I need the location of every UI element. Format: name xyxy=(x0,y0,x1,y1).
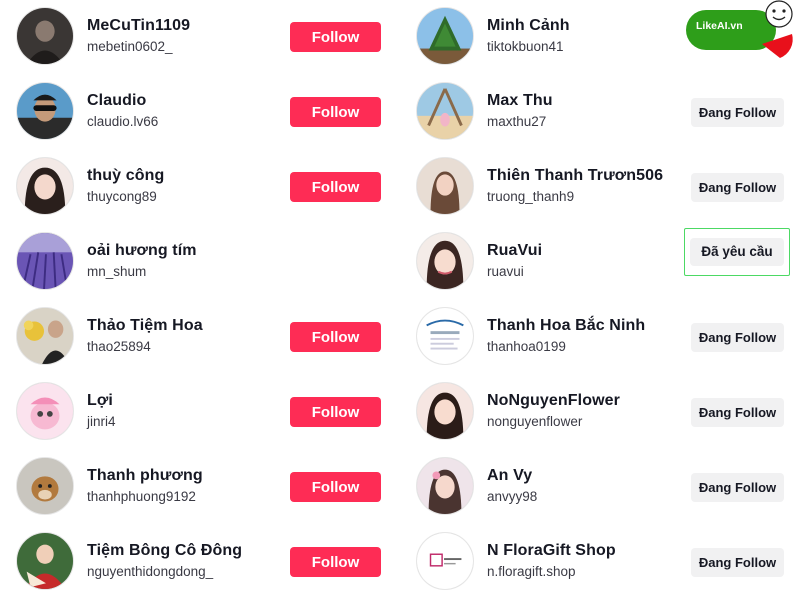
user-display-name[interactable]: Thanh phương xyxy=(87,467,203,485)
follow-button[interactable]: Follow xyxy=(290,172,381,202)
user-display-name[interactable]: An Vy xyxy=(487,467,532,485)
requested-button[interactable]: Đã yêu cầu xyxy=(684,228,790,276)
user-display-name[interactable]: Thiên Thanh Trươn506 xyxy=(487,167,663,185)
avatar[interactable] xyxy=(416,7,474,65)
user-row[interactable]: Thanh Hoa Bắc Ninh thanhoa0199 Đang Foll… xyxy=(400,300,800,375)
user-display-name[interactable]: Lợi xyxy=(87,392,113,410)
user-display-name[interactable]: thuỳ công xyxy=(87,167,164,185)
avatar[interactable] xyxy=(416,232,474,290)
avatar[interactable] xyxy=(16,157,74,215)
user-handle: thuycong89 xyxy=(87,189,157,204)
user-row[interactable]: thuỳ công thuycong89 Follow xyxy=(0,150,400,225)
following-button[interactable]: Đang Follow xyxy=(691,173,784,202)
following-button[interactable]: Đang Follow xyxy=(691,548,784,577)
requested-label: Đã yêu cầu xyxy=(690,238,784,266)
follow-button[interactable]: Follow xyxy=(290,472,381,502)
user-handle: nonguyenflower xyxy=(487,414,583,429)
user-row[interactable]: oải hương tím mn_shum xyxy=(0,225,400,300)
avatar[interactable] xyxy=(16,457,74,515)
user-display-name[interactable]: Minh Cảnh xyxy=(487,17,570,35)
user-handle: maxthu27 xyxy=(487,114,547,129)
user-row[interactable]: Tiệm Bông Cô Đông nguyenthidongdong_ Fol… xyxy=(0,525,400,600)
user-handle: nguyenthidongdong_ xyxy=(87,564,214,579)
following-button[interactable]: Đang Follow xyxy=(691,398,784,427)
user-handle: mebetin0602_ xyxy=(87,39,173,54)
user-display-name[interactable]: Max Thu xyxy=(487,92,553,110)
follow-button[interactable]: Follow xyxy=(290,397,381,427)
user-handle: thanhphuong9192 xyxy=(87,489,196,504)
suggested-accounts-left-column: MeCuTin1109 mebetin0602_ Follow Claudio … xyxy=(0,0,400,600)
suggested-accounts-right-column: Minh Cảnh tiktokbuon41 Max Thu maxthu27 … xyxy=(400,0,800,600)
user-row[interactable]: Thảo Tiệm Hoa thao25894 Follow xyxy=(0,300,400,375)
user-row[interactable]: Thiên Thanh Trươn506 truong_thanh9 Đang … xyxy=(400,150,800,225)
avatar[interactable] xyxy=(16,532,74,590)
follow-button[interactable]: Follow xyxy=(290,547,381,577)
user-row[interactable]: Lợi jinri4 Follow xyxy=(0,375,400,450)
avatar[interactable] xyxy=(416,307,474,365)
follow-button[interactable]: Follow xyxy=(290,22,381,52)
avatar[interactable] xyxy=(416,457,474,515)
avatar[interactable] xyxy=(416,157,474,215)
avatar[interactable] xyxy=(416,82,474,140)
user-handle: truong_thanh9 xyxy=(487,189,575,204)
user-display-name[interactable]: RuaVui xyxy=(487,242,542,260)
user-display-name[interactable]: N FloraGift Shop xyxy=(487,542,616,560)
user-display-name[interactable]: Thảo Tiệm Hoa xyxy=(87,317,203,335)
user-row[interactable]: N FloraGift Shop n.floragift.shop Đang F… xyxy=(400,525,800,600)
smiley-face-icon xyxy=(765,0,793,28)
user-row[interactable]: An Vy anvyy98 Đang Follow xyxy=(400,450,800,525)
user-handle: claudio.lv66 xyxy=(87,114,159,129)
avatar[interactable] xyxy=(16,232,74,290)
avatar[interactable] xyxy=(16,382,74,440)
following-button[interactable]: Đang Follow xyxy=(691,98,784,127)
follow-button[interactable]: Follow xyxy=(290,322,381,352)
user-handle: thanhoa0199 xyxy=(487,339,566,354)
user-handle: jinri4 xyxy=(87,414,116,429)
avatar[interactable] xyxy=(16,82,74,140)
user-handle: tiktokbuon41 xyxy=(487,39,564,54)
following-button[interactable]: Đang Follow xyxy=(691,473,784,502)
user-handle: ruavui xyxy=(487,264,524,279)
user-row[interactable]: Claudio claudio.lv66 Follow xyxy=(0,75,400,150)
likeai-watermark-badge: LikeAI.vn xyxy=(684,0,800,62)
user-display-name[interactable]: NoNguyenFlower xyxy=(487,392,620,410)
user-handle: mn_shum xyxy=(87,264,147,279)
user-display-name[interactable]: Thanh Hoa Bắc Ninh xyxy=(487,317,645,335)
user-row[interactable]: Max Thu maxthu27 Đang Follow xyxy=(400,75,800,150)
follow-button[interactable]: Follow xyxy=(290,97,381,127)
user-handle: thao25894 xyxy=(87,339,151,354)
user-display-name[interactable]: MeCuTin1109 xyxy=(87,17,190,35)
avatar[interactable] xyxy=(16,7,74,65)
user-row[interactable]: RuaVui ruavui Đã yêu cầu xyxy=(400,225,800,300)
user-row[interactable]: NoNguyenFlower nonguyenflower Đang Follo… xyxy=(400,375,800,450)
user-row[interactable]: Thanh phương thanhphuong9192 Follow xyxy=(0,450,400,525)
user-handle: anvyy98 xyxy=(487,489,538,504)
avatar[interactable] xyxy=(416,532,474,590)
user-handle: n.floragift.shop xyxy=(487,564,576,579)
user-display-name[interactable]: Tiệm Bông Cô Đông xyxy=(87,542,242,560)
user-row[interactable]: MeCuTin1109 mebetin0602_ Follow xyxy=(0,0,400,75)
badge-label: LikeAI.vn xyxy=(696,20,743,32)
user-display-name[interactable]: oải hương tím xyxy=(87,242,197,260)
avatar[interactable] xyxy=(16,307,74,365)
avatar[interactable] xyxy=(416,382,474,440)
user-display-name[interactable]: Claudio xyxy=(87,92,146,110)
following-button[interactable]: Đang Follow xyxy=(691,323,784,352)
